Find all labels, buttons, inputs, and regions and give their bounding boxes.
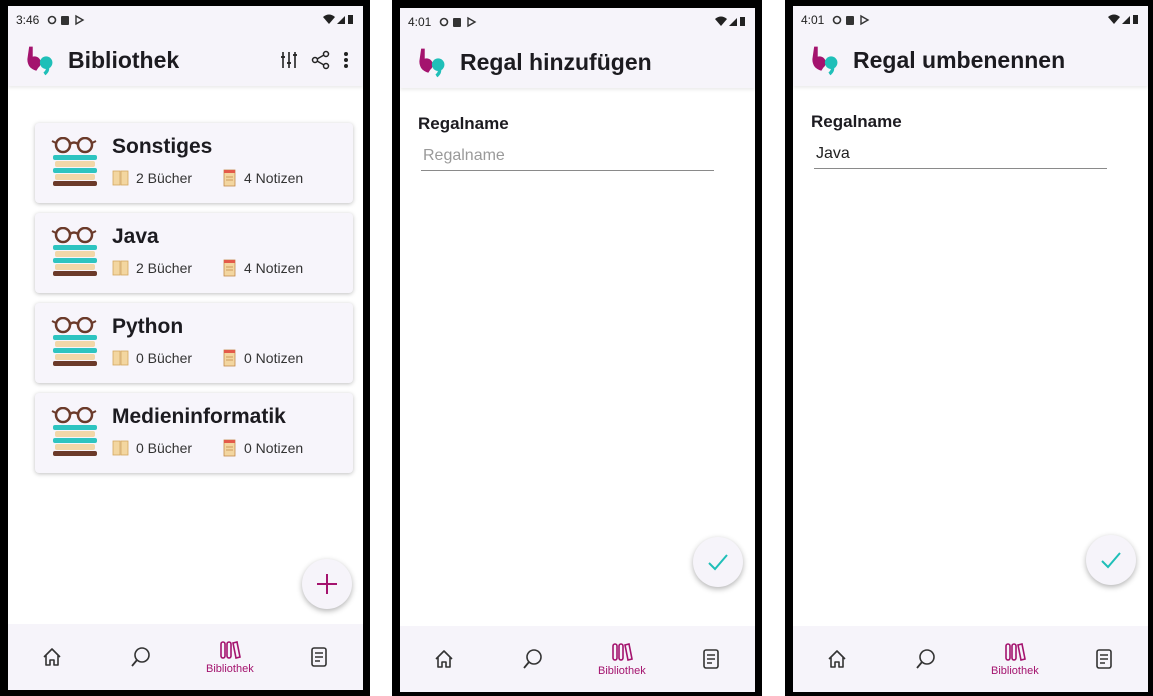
confirm-button[interactable] — [1086, 535, 1136, 585]
status-time: 3:46 — [16, 13, 40, 27]
nav-notes[interactable] — [1074, 647, 1134, 671]
nav-library-label: Bibliothek — [991, 665, 1039, 677]
shelf-card[interactable]: Medieninformatik 0 Bücher 0 Notizen — [35, 393, 353, 473]
page-title: Regal umbenennen — [853, 46, 1066, 73]
shelf-card[interactable]: Java 2 Bücher 4 Notizen — [35, 213, 353, 293]
library-icon — [220, 641, 241, 659]
book-icon — [112, 350, 129, 366]
app-logo-icon — [419, 48, 445, 78]
status-signal-battery-icon — [715, 16, 745, 26]
status-bar: 4:01 — [793, 6, 1148, 34]
status-time: 4:01 — [801, 13, 825, 27]
shelf-name-input[interactable] — [814, 139, 1107, 169]
shelf-name: Sonstiges — [112, 135, 213, 158]
status-notification-icons — [833, 15, 870, 26]
library-icon — [612, 643, 633, 661]
shelf-note-count: 4 Notizen — [244, 170, 304, 186]
book-icon — [112, 170, 129, 186]
shelf-note-count: 0 Notizen — [244, 350, 304, 366]
status-notification-icons — [48, 15, 85, 26]
app-bar: Regal umbenennen — [793, 34, 1148, 86]
nav-home[interactable] — [414, 647, 474, 671]
status-time: 4:01 — [408, 15, 432, 29]
nav-library[interactable]: Bibliothek — [200, 639, 260, 675]
add-shelf-button[interactable] — [302, 559, 352, 609]
nav-home[interactable] — [807, 647, 867, 671]
plus-icon — [317, 574, 337, 594]
note-icon — [223, 349, 236, 367]
notes-icon — [702, 649, 719, 669]
page-title: Bibliothek — [68, 46, 180, 73]
shelf-book-count: 2 Bücher — [136, 170, 193, 186]
shelf-books-glasses-icon — [51, 137, 99, 188]
screen-library: 3:46 Bibliothek Sonstiges 2 Bücher 4 Not… — [8, 6, 363, 690]
library-icon — [1005, 643, 1026, 661]
nav-notes[interactable] — [681, 647, 741, 671]
nav-library-label: Bibliothek — [598, 665, 646, 677]
phone-library: 3:46 Bibliothek Sonstiges 2 Bücher 4 Not… — [0, 0, 370, 696]
nav-library[interactable]: Bibliothek — [592, 641, 652, 677]
note-icon — [223, 169, 236, 187]
shelf-book-count: 2 Bücher — [136, 260, 193, 276]
shelf-card[interactable]: Python 0 Bücher 0 Notizen — [35, 303, 353, 383]
more-vert-icon[interactable] — [343, 50, 349, 70]
phone-rename-shelf: 4:01 Regal umbenennen Regalname Biblioth… — [785, 0, 1153, 696]
bottom-navigation: Bibliothek — [793, 626, 1148, 692]
share-icon[interactable] — [311, 50, 331, 70]
screen-add-shelf: 4:01 Regal hinzufügen Regalname Biblioth… — [400, 8, 755, 692]
page-title: Regal hinzufügen — [460, 48, 652, 75]
filter-sliders-icon[interactable] — [279, 50, 299, 70]
shelf-books-glasses-icon — [51, 317, 99, 368]
search-icon — [523, 649, 543, 669]
shelf-card[interactable]: Sonstiges 2 Bücher 4 Notizen — [35, 123, 353, 203]
home-icon — [43, 648, 62, 666]
screen-rename-shelf: 4:01 Regal umbenennen Regalname Biblioth… — [793, 6, 1148, 692]
bottom-navigation: Bibliothek — [400, 626, 755, 692]
shelf-books-glasses-icon — [51, 227, 99, 278]
note-icon — [223, 259, 236, 277]
shelf-name-label: Regalname — [418, 114, 509, 133]
nav-library[interactable]: Bibliothek — [985, 641, 1045, 677]
confirm-button[interactable] — [693, 537, 743, 587]
status-notification-icons — [440, 17, 477, 28]
notes-icon — [310, 647, 327, 667]
search-icon — [916, 649, 936, 669]
shelf-name: Python — [112, 315, 184, 338]
nav-search[interactable] — [111, 645, 171, 669]
nav-notes[interactable] — [289, 645, 349, 669]
shelf-name-label: Regalname — [811, 112, 902, 131]
search-icon — [131, 647, 151, 667]
note-icon — [223, 439, 236, 457]
app-logo-icon — [27, 46, 53, 76]
status-signal-battery-icon — [1108, 14, 1138, 24]
bottom-navigation: Bibliothek — [8, 624, 363, 690]
shelf-book-count: 0 Bücher — [136, 350, 193, 366]
nav-search[interactable] — [896, 647, 956, 671]
book-icon — [112, 260, 129, 276]
home-icon — [435, 650, 454, 668]
nav-home[interactable] — [22, 645, 82, 669]
shelf-name: Medieninformatik — [112, 405, 286, 428]
shelf-name: Java — [112, 225, 159, 248]
status-signal-battery-icon — [323, 14, 353, 24]
app-bar: Bibliothek — [8, 34, 363, 86]
notes-icon — [1095, 649, 1112, 669]
home-icon — [828, 650, 847, 668]
phone-add-shelf: 4:01 Regal hinzufügen Regalname Biblioth… — [392, 0, 762, 696]
shelf-note-count: 0 Notizen — [244, 440, 304, 456]
app-bar: Regal hinzufügen — [400, 36, 755, 88]
app-logo-icon — [812, 46, 838, 76]
nav-search[interactable] — [503, 647, 563, 671]
nav-library-label: Bibliothek — [206, 663, 254, 675]
shelf-name-input[interactable] — [421, 141, 714, 171]
shelf-books-glasses-icon — [51, 407, 99, 458]
status-bar: 4:01 — [400, 8, 755, 36]
book-icon — [112, 440, 129, 456]
shelf-book-count: 0 Bücher — [136, 440, 193, 456]
status-bar: 3:46 — [8, 6, 363, 34]
check-icon — [708, 554, 728, 571]
check-icon — [1101, 552, 1121, 569]
shelf-note-count: 4 Notizen — [244, 260, 304, 276]
